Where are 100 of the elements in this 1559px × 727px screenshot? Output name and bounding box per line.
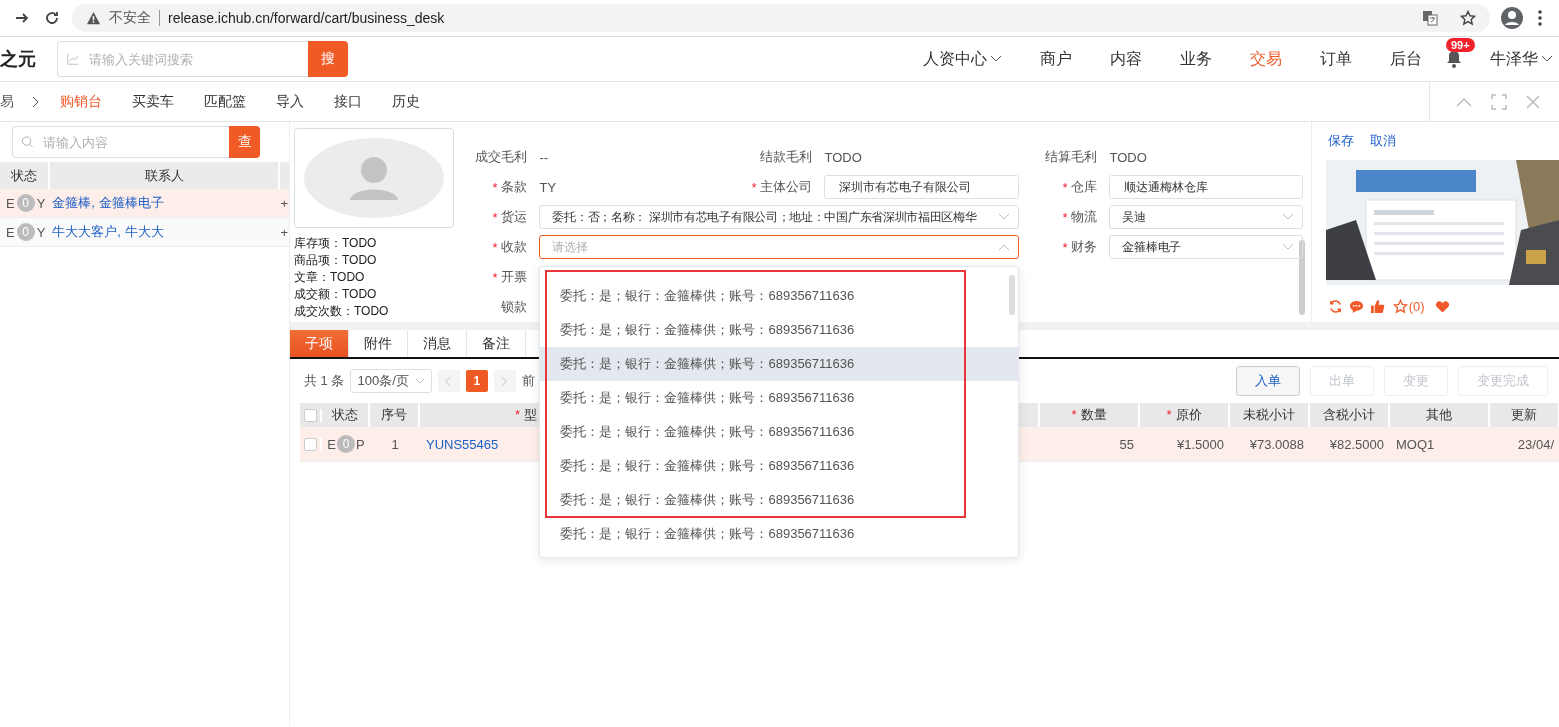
nav-item[interactable]: 内容 [1110, 48, 1142, 70]
reload-icon[interactable] [44, 10, 60, 26]
column-header: 数量 [1080, 406, 1107, 424]
field-label: 结算毛利 [1045, 148, 1098, 166]
contact-row[interactable]: E 0 Y 金箍棒, 金箍棒电子 + [0, 189, 289, 218]
select-field[interactable]: 吴迪 [1109, 205, 1304, 229]
thumbs-up-icon[interactable] [1369, 299, 1385, 314]
select-all-checkbox[interactable] [303, 408, 317, 422]
url-text: release.ichub.cn/forward/cart/business_desk [168, 10, 445, 26]
required-mark: * [515, 406, 521, 424]
action-link[interactable]: 保存 [1327, 132, 1354, 150]
required-mark: * [492, 269, 498, 285]
nav-item[interactable]: 商户 [1040, 48, 1072, 70]
page-tab[interactable]: 购销台 [60, 92, 102, 111]
caret-icon [414, 377, 425, 385]
user-menu[interactable]: 牛泽华 [1490, 48, 1553, 70]
table-cell-text: ¥82.5000 [1328, 436, 1385, 452]
search-field[interactable]: 请输入内容 [12, 126, 229, 158]
column-header: 型 [524, 406, 538, 424]
dropdown-option[interactable]: 委托：是；银行：金箍棒供；账号：689356711636 [540, 381, 1019, 415]
count-badge: 0 [16, 194, 35, 212]
column-header: 原价 [1175, 406, 1202, 424]
avatar-icon [304, 138, 444, 218]
field-label: 货运 [501, 208, 528, 226]
field-label: 锁款 [501, 298, 528, 316]
dropdown-option[interactable]: 委托：是；银行：金箍棒供；账号：689356711636 [540, 449, 1019, 483]
warning-icon [86, 10, 101, 26]
contact-link[interactable]: 金箍棒, 金箍棒电子 [52, 194, 164, 212]
stat-text: 库存项：TODO [294, 235, 378, 252]
detail-tab[interactable]: 备注 [467, 330, 526, 357]
field-label: 财务 [1071, 238, 1098, 256]
table-cell-text: MOQ1 [1395, 436, 1436, 452]
field-label: 物流 [1071, 208, 1098, 226]
translate-icon[interactable] [1422, 10, 1438, 26]
status-letter: E [6, 224, 15, 240]
required-mark: * [751, 179, 757, 195]
field-label: 仓库 [1071, 178, 1098, 196]
heart-icon[interactable] [1434, 299, 1450, 314]
detail-tab[interactable]: 附件 [349, 330, 408, 357]
goto-label: 前 [521, 372, 535, 390]
text-field[interactable]: 顺达通梅林仓库 [1109, 175, 1304, 199]
table-cell-text: ¥1.5000 [1176, 436, 1225, 452]
add-button[interactable]: + [280, 195, 288, 211]
nav-item[interactable]: 人资中心 [923, 48, 1002, 70]
stat-text: 文章：TODO [294, 269, 366, 286]
chat-icon[interactable] [1348, 299, 1364, 314]
star-icon[interactable] [1460, 10, 1476, 26]
toolbar-button[interactable]: 入单 [1236, 366, 1300, 396]
close-icon[interactable] [1526, 94, 1540, 109]
page-tab[interactable]: 导入 [276, 92, 304, 111]
dropdown-option[interactable]: 委托：是；银行：金箍棒供；账号：689356711636 [540, 517, 1019, 551]
address-bar[interactable]: 不安全 release.ichub.cn/forward/cart/business_desk [72, 4, 1490, 32]
page-tab[interactable]: 匹配篮 [204, 92, 246, 111]
dropdown-option[interactable]: 委托：是；银行：金箍棒供；账号：689356711636 [540, 313, 1019, 347]
caret-icon [998, 213, 1011, 221]
field-value: TODO [1109, 149, 1147, 165]
nav-item[interactable]: 后台 [1390, 48, 1422, 70]
column-header: 状态 [332, 406, 358, 424]
field-label: 收款 [501, 238, 528, 256]
caret-icon [998, 243, 1011, 251]
contact-link[interactable]: 牛大大客户, 牛大大 [52, 223, 164, 241]
dropdown-option[interactable]: 委托：是；银行：金箍棒供；账号：689356711636 [540, 415, 1019, 449]
nav-item[interactable]: 订单 [1320, 48, 1352, 70]
column-header: 序号 [381, 406, 407, 424]
field-value: TODO [824, 149, 862, 165]
more-icon[interactable] [1538, 10, 1542, 26]
required-mark: * [1071, 406, 1077, 424]
stat-text: 成交次数：TODO [294, 303, 390, 320]
row-checkbox[interactable] [303, 437, 317, 451]
dropdown-option[interactable]: 委托：是；银行：金箍棒供；账号：689356711636 [540, 279, 1019, 313]
dropdown-option[interactable]: 委托：是；银行：金箍棒供；账号：689356711636 [540, 347, 1019, 381]
caret-icon [1282, 213, 1295, 221]
select-field[interactable]: 委托：否；名称： 深圳市有芯电子有限公司；地址：中国广东省深圳市福田区梅华 [539, 205, 1020, 229]
refresh-icon[interactable] [1327, 299, 1343, 314]
dropdown-option[interactable]: 委托：是；银行：金箍棒供；账号：689356711636 [540, 483, 1019, 517]
page-size-select[interactable]: 100条/页 [350, 369, 432, 393]
page-tab[interactable]: 接口 [334, 92, 362, 111]
column-header: 未税小计 [1243, 406, 1295, 424]
bell-icon[interactable] [1446, 50, 1462, 68]
page-tab[interactable]: 买卖车 [132, 92, 174, 111]
account-icon[interactable] [1500, 6, 1524, 30]
search-field[interactable]: 请输入关键词搜索 [57, 41, 308, 77]
scrollbar-thumb[interactable] [1298, 240, 1305, 315]
nav-item[interactable]: 业务 [1180, 48, 1212, 70]
required-mark: * [492, 239, 498, 255]
scrollbar-thumb[interactable] [1009, 275, 1016, 315]
chart-icon [66, 52, 80, 66]
table-cell-text: 1 [390, 436, 400, 452]
select-field[interactable]: 金箍棒电子 [1109, 235, 1304, 259]
favorite-button[interactable]: (0) [1392, 299, 1425, 314]
contact-row[interactable]: E 0 Y 牛大大客户, 牛大大 + [0, 218, 289, 247]
detail-tab[interactable]: 消息 [408, 330, 467, 357]
text-field[interactable]: 深圳市有芯电子有限公司 [824, 175, 1020, 199]
add-button[interactable]: + [280, 224, 288, 240]
chevron-left-icon [445, 375, 453, 387]
breadcrumb-item[interactable]: 易 [0, 92, 14, 111]
page-tab[interactable]: 历史 [392, 92, 420, 111]
chevron-right-icon [501, 375, 509, 387]
collapse-icon[interactable] [1456, 96, 1472, 107]
action-link[interactable]: 取消 [1369, 132, 1396, 150]
